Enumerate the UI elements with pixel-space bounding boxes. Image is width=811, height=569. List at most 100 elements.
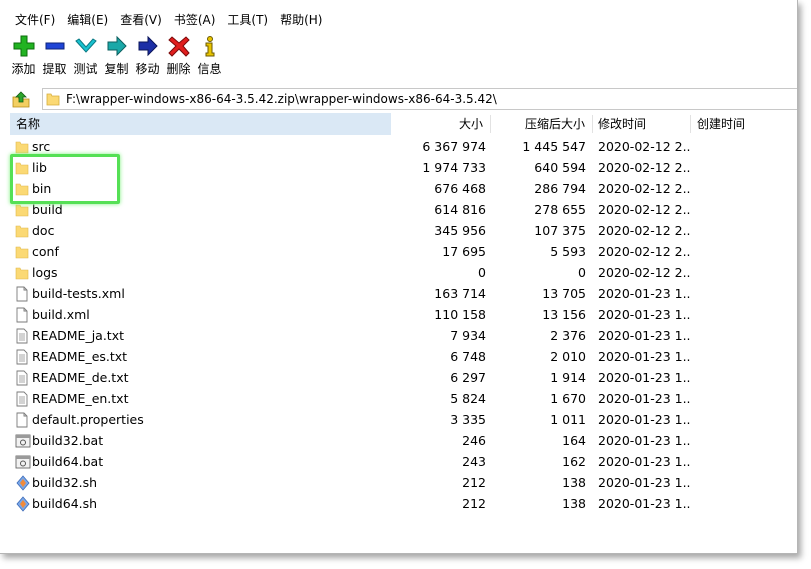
info-button[interactable]: 信息 — [194, 34, 225, 80]
menu-edit[interactable]: 编辑(E) — [61, 10, 114, 30]
file-packed-size: 640 594 — [534, 160, 586, 175]
up-arrow-folder-icon — [12, 91, 30, 108]
table-row[interactable]: build64.bat 243 162 2020-01-23 1... — [10, 451, 797, 472]
delete-x-icon — [167, 34, 191, 58]
file-packed-size: 1 445 547 — [522, 139, 586, 154]
file-size: 110 158 — [434, 307, 486, 322]
folder-icon — [46, 93, 60, 106]
column-header-size[interactable]: 大小 — [391, 113, 489, 135]
file-size: 243 — [462, 454, 486, 469]
up-folder-button[interactable] — [10, 88, 32, 110]
copy-arrow-icon — [105, 34, 129, 58]
table-row[interactable]: doc 345 956 107 375 2020-02-12 2... — [10, 220, 797, 241]
table-row[interactable]: build32.sh 212 138 2020-01-23 1... — [10, 472, 797, 493]
file-size: 17 695 — [442, 244, 486, 259]
file-name: build64.sh — [32, 496, 98, 511]
table-row[interactable]: build64.sh 212 138 2020-01-23 1... — [10, 493, 797, 514]
column-header-modified[interactable]: 修改时间 — [592, 113, 690, 135]
table-row[interactable]: conf 17 695 5 593 2020-02-12 2... — [10, 241, 797, 262]
file-icon — [15, 307, 31, 323]
file-modified: 2020-02-12 2... — [598, 202, 690, 217]
folder-icon — [15, 139, 31, 155]
file-size: 7 934 — [450, 328, 486, 343]
file-packed-size: 2 010 — [550, 349, 586, 364]
table-row[interactable]: build.xml 110 158 13 156 2020-01-23 1... — [10, 304, 797, 325]
file-size: 345 956 — [434, 223, 486, 238]
address-field[interactable]: F:\wrapper-windows-x86-64-3.5.42.zip\wra… — [42, 88, 797, 110]
file-name: README_ja.txt — [32, 328, 124, 343]
text-file-icon — [15, 391, 31, 407]
list-header: 名称 大小 压缩后大小 修改时间 创建时间 — [10, 113, 797, 135]
table-row[interactable]: logs 0 0 2020-02-12 2... — [10, 262, 797, 283]
shell-script-icon — [15, 496, 31, 512]
delete-label: 删除 — [166, 62, 191, 76]
file-packed-size: 164 — [562, 433, 586, 448]
minus-icon — [43, 34, 67, 58]
table-row[interactable]: build 614 816 278 655 2020-02-12 2... — [10, 199, 797, 220]
table-row[interactable]: lib 1 974 733 640 594 2020-02-12 2... — [10, 157, 797, 178]
table-row[interactable]: bin 676 468 286 794 2020-02-12 2... — [10, 178, 797, 199]
delete-button[interactable]: 删除 — [163, 34, 194, 80]
file-modified: 2020-02-12 2... — [598, 265, 690, 280]
extract-label: 提取 — [42, 62, 67, 76]
text-file-icon — [15, 349, 31, 365]
file-name: README_de.txt — [32, 370, 129, 385]
add-button[interactable]: 添加 — [8, 34, 39, 80]
file-name: build — [32, 202, 63, 217]
folder-icon — [15, 223, 31, 239]
file-modified: 2020-02-12 2... — [598, 244, 690, 259]
file-packed-size: 162 — [562, 454, 586, 469]
address-bar: F:\wrapper-windows-x86-64-3.5.42.zip\wra… — [10, 88, 797, 110]
file-size: 676 468 — [434, 181, 486, 196]
table-row[interactable]: build32.bat 246 164 2020-01-23 1... — [10, 430, 797, 451]
info-icon — [198, 34, 222, 58]
extract-button[interactable]: 提取 — [39, 34, 70, 80]
file-packed-size: 286 794 — [534, 181, 586, 196]
table-row[interactable]: README_ja.txt 7 934 2 376 2020-01-23 1... — [10, 325, 797, 346]
file-name: conf — [32, 244, 59, 259]
test-button[interactable]: 测试 — [70, 34, 101, 80]
column-header-name[interactable]: 名称 — [10, 113, 391, 135]
copy-label: 复制 — [104, 62, 129, 76]
file-modified: 2020-01-23 1... — [598, 391, 690, 406]
file-size: 6 297 — [450, 370, 486, 385]
file-modified: 2020-02-12 2... — [598, 181, 690, 196]
menu-view[interactable]: 查看(V) — [114, 10, 168, 30]
column-header-packed-size[interactable]: 压缩后大小 — [491, 113, 591, 135]
menu-tools[interactable]: 工具(T) — [221, 10, 274, 30]
file-packed-size: 5 593 — [550, 244, 586, 259]
move-label: 移动 — [135, 62, 160, 76]
folder-icon — [15, 160, 31, 176]
menu-help[interactable]: 帮助(H) — [274, 10, 328, 30]
table-row[interactable]: default.properties 3 335 1 011 2020-01-23 1… — [10, 409, 797, 430]
table-row[interactable]: src 6 367 974 1 445 547 2020-02-12 2... — [10, 136, 797, 157]
bat-file-icon — [15, 454, 31, 470]
file-name: bin — [32, 181, 52, 196]
file-size: 1 974 733 — [422, 160, 486, 175]
table-row[interactable]: README_de.txt 6 297 1 914 2020-01-23 1... — [10, 367, 797, 388]
file-modified: 2020-01-23 1... — [598, 349, 690, 364]
file-modified: 2020-01-23 1... — [598, 307, 690, 322]
table-row[interactable]: README_es.txt 6 748 2 010 2020-01-23 1... — [10, 346, 797, 367]
file-icon — [15, 412, 31, 428]
archive-window: 文件(F) 编辑(E) 查看(V) 书签(A) 工具(T) 帮助(H) 添加 提… — [0, 0, 798, 554]
file-name: lib — [32, 160, 47, 175]
copy-button[interactable]: 复制 — [101, 34, 132, 80]
file-modified: 2020-01-23 1... — [598, 370, 690, 385]
shell-script-icon — [15, 475, 31, 491]
column-header-created[interactable]: 创建时间 — [691, 113, 797, 135]
menu-bookmarks[interactable]: 书签(A) — [168, 10, 222, 30]
folder-icon — [15, 181, 31, 197]
menu-file[interactable]: 文件(F) — [0, 10, 61, 30]
file-name: README_es.txt — [32, 349, 128, 364]
file-name: build64.bat — [32, 454, 104, 469]
file-name: logs — [32, 265, 58, 280]
file-name: src — [32, 139, 51, 154]
info-label: 信息 — [197, 62, 222, 76]
file-packed-size: 13 156 — [542, 307, 586, 322]
move-button[interactable]: 移动 — [132, 34, 163, 80]
table-row[interactable]: build-tests.xml 163 714 13 705 2020-01-23 1… — [10, 283, 797, 304]
file-name: default.properties — [32, 412, 144, 427]
file-modified: 2020-01-23 1... — [598, 475, 690, 490]
table-row[interactable]: README_en.txt 5 824 1 670 2020-01-23 1... — [10, 388, 797, 409]
